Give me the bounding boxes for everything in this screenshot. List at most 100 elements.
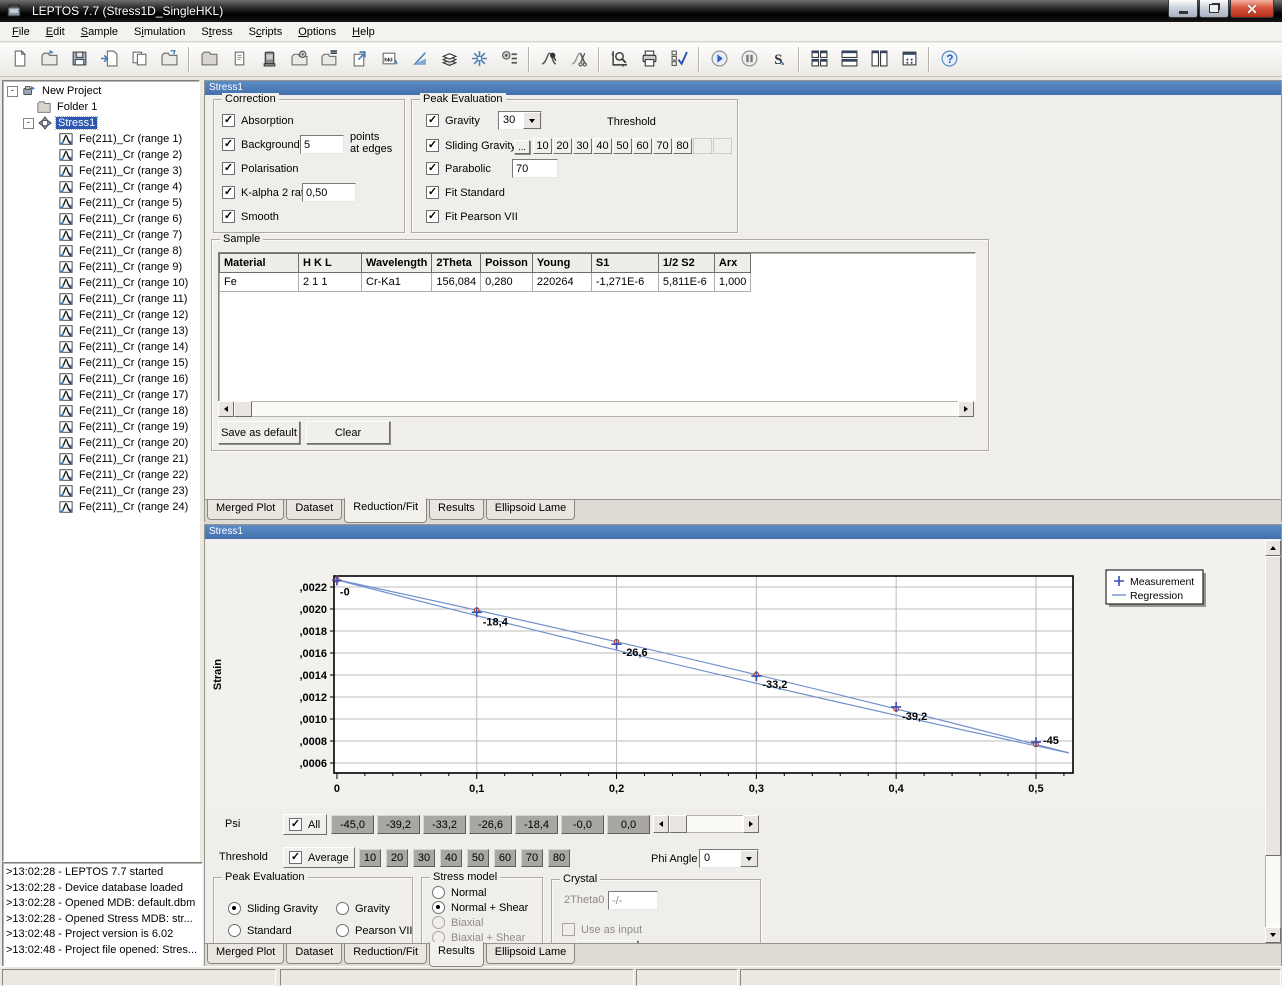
close-button[interactable] [1230, 0, 1274, 18]
threshold-button-30[interactable]: 30 [413, 849, 435, 867]
menu-simulation[interactable]: Simulation [126, 24, 193, 40]
threshold-average-toggle[interactable]: Average [283, 847, 355, 868]
vscroll-down-button[interactable] [1265, 927, 1281, 943]
vscroll-up-button[interactable] [1265, 540, 1281, 556]
tree-item-range-16[interactable]: Fe(211)_Cr (range 16) [3, 371, 199, 387]
reduction-tab-ellipsoid-lame[interactable]: Ellipsoid Lame [486, 500, 576, 520]
radio-gravity-radio[interactable] [336, 902, 349, 915]
hscroll-left-button[interactable] [218, 401, 234, 417]
gravity-combo[interactable]: 30 [498, 111, 542, 130]
sample-col-header[interactable]: H K L [299, 254, 362, 273]
window-arrange-toolbar-button[interactable] [894, 46, 924, 74]
kalpha2-checkbox[interactable] [222, 186, 235, 199]
background-checkbox[interactable] [222, 138, 235, 151]
save-toolbar-button[interactable] [64, 46, 94, 74]
sample-col-header[interactable]: 1/2 S2 [658, 254, 714, 273]
sample-col-header[interactable]: Poisson [481, 254, 533, 273]
script-toolbar-button[interactable]: S [764, 46, 794, 74]
tree-item-range-1[interactable]: Fe(211)_Cr (range 1) [3, 131, 199, 147]
batch-stack-toolbar-button[interactable] [434, 46, 464, 74]
threshold-box-10[interactable]: 10 [533, 138, 552, 154]
absorption-checkbox[interactable] [222, 114, 235, 127]
threshold-box-40[interactable]: 40 [593, 138, 612, 154]
theta0-input[interactable]: -/- [608, 891, 658, 910]
reduction-tab-results[interactable]: Results [429, 500, 484, 520]
vscroll-thumb[interactable] [1265, 556, 1281, 856]
menu-file[interactable]: File [4, 24, 38, 40]
psi-button--39,2[interactable]: -39,2 [377, 815, 420, 834]
results-tab-merged-plot[interactable]: Merged Plot [207, 944, 284, 964]
reduction-tab-reduction-fit[interactable]: Reduction/Fit [344, 498, 427, 523]
menu-help[interactable]: Help [344, 24, 383, 40]
threshold-button-10[interactable]: 10 [359, 849, 381, 867]
menu-edit[interactable]: Edit [38, 24, 73, 40]
psi-button--26,6[interactable]: -26,6 [469, 815, 512, 834]
radio-gravity[interactable]: Gravity [336, 902, 390, 915]
tree-expand-box[interactable]: - [23, 118, 34, 129]
tree-item-range-13[interactable]: Fe(211)_Cr (range 13) [3, 323, 199, 339]
zoom-axes-toolbar-button[interactable]: Yx [604, 46, 634, 74]
sample-col-header[interactable]: 2Theta [432, 254, 481, 273]
menu-scripts[interactable]: Scripts [241, 24, 291, 40]
use-as-input-checkbox[interactable] [562, 923, 575, 936]
tree-item-range-2[interactable]: Fe(211)_Cr (range 2) [3, 147, 199, 163]
threshold-button-50[interactable]: 50 [467, 849, 489, 867]
tree-item-range-14[interactable]: Fe(211)_Cr (range 14) [3, 339, 199, 355]
radio-normal[interactable]: Normal [432, 886, 486, 899]
threshold-button-80[interactable]: 80 [548, 849, 570, 867]
tree-item-range-22[interactable]: Fe(211)_Cr (range 22) [3, 467, 199, 483]
tree-item-range-20[interactable]: Fe(211)_Cr (range 20) [3, 435, 199, 451]
tree-item-range-21[interactable]: Fe(211)_Cr (range 21) [3, 451, 199, 467]
tree-item-range-7[interactable]: Fe(211)_Cr (range 7) [3, 227, 199, 243]
radio-pearson-vii[interactable]: Pearson VII [336, 924, 412, 937]
open-project-toolbar-button[interactable] [34, 46, 64, 74]
radio-sliding-gravity-radio[interactable] [228, 902, 241, 915]
psi-scroll-left-button[interactable] [653, 815, 669, 833]
results-vscrollbar[interactable] [1265, 540, 1281, 943]
psi-button-0,0[interactable]: 0,0 [607, 815, 650, 834]
hkl-file-toolbar-button[interactable]: hkl [374, 46, 404, 74]
run-toolbar-button[interactable] [704, 46, 734, 74]
device-stage-toolbar-button[interactable] [254, 46, 284, 74]
psi-scrollbar[interactable] [653, 815, 759, 833]
hscroll-right-button[interactable] [958, 401, 974, 417]
threshold-box-60[interactable]: 60 [633, 138, 652, 154]
tree-expand-box[interactable]: - [7, 86, 18, 97]
tree-item-range-5[interactable]: Fe(211)_Cr (range 5) [3, 195, 199, 211]
sample-col-header[interactable]: Young [532, 254, 591, 273]
psi-scroll-right-button[interactable] [743, 815, 759, 833]
radio-standard-radio[interactable] [228, 924, 241, 937]
polarisation-checkbox[interactable] [222, 162, 235, 175]
radio-normal-radio[interactable] [432, 886, 445, 899]
tree-item-range-12[interactable]: Fe(211)_Cr (range 12) [3, 307, 199, 323]
smooth-checkbox[interactable] [222, 210, 235, 223]
tree-item-range-8[interactable]: Fe(211)_Cr (range 8) [3, 243, 199, 259]
threshold-box-30[interactable]: 30 [573, 138, 592, 154]
sample-table-hscrollbar[interactable] [218, 401, 974, 417]
tree-item-stress1[interactable]: -Stress1 [3, 115, 199, 131]
tree-item-range-17[interactable]: Fe(211)_Cr (range 17) [3, 387, 199, 403]
results-tab-ellipsoid-lame[interactable]: Ellipsoid Lame [486, 944, 576, 964]
windows-tile-horizontal-toolbar-button[interactable] [834, 46, 864, 74]
sample-col-header[interactable]: Wavelength [362, 254, 432, 273]
results-tab-results[interactable]: Results [429, 942, 484, 967]
pause-toolbar-button[interactable] [734, 46, 764, 74]
menu-sample[interactable]: Sample [73, 24, 126, 40]
reduction-tab-merged-plot[interactable]: Merged Plot [207, 500, 284, 520]
sample-col-header[interactable]: S1 [591, 254, 658, 273]
tree-item-range-11[interactable]: Fe(211)_Cr (range 11) [3, 291, 199, 307]
peak-cut-toolbar-button[interactable] [564, 46, 594, 74]
phi-angle-combo[interactable]: 0 [699, 849, 759, 868]
fit-pearson-checkbox[interactable] [426, 210, 439, 223]
wizard-toolbar-button[interactable] [404, 46, 434, 74]
phi-angle-combo-arrow[interactable] [740, 850, 758, 867]
sliding-gravity-ellipsis-button[interactable]: ... [514, 140, 530, 154]
radio-biaxial-radio[interactable] [432, 916, 445, 929]
psi-scroll-thumb[interactable] [669, 815, 687, 833]
tree-item-range-19[interactable]: Fe(211)_Cr (range 19) [3, 419, 199, 435]
psi-all-checkbox[interactable] [289, 818, 302, 831]
windows-tile-vertical-toolbar-button[interactable] [864, 46, 894, 74]
psi-button--0,0[interactable]: -0,0 [561, 815, 604, 834]
sample-col-header[interactable]: Material [220, 254, 299, 273]
radio-pearson-vii-radio[interactable] [336, 924, 349, 937]
